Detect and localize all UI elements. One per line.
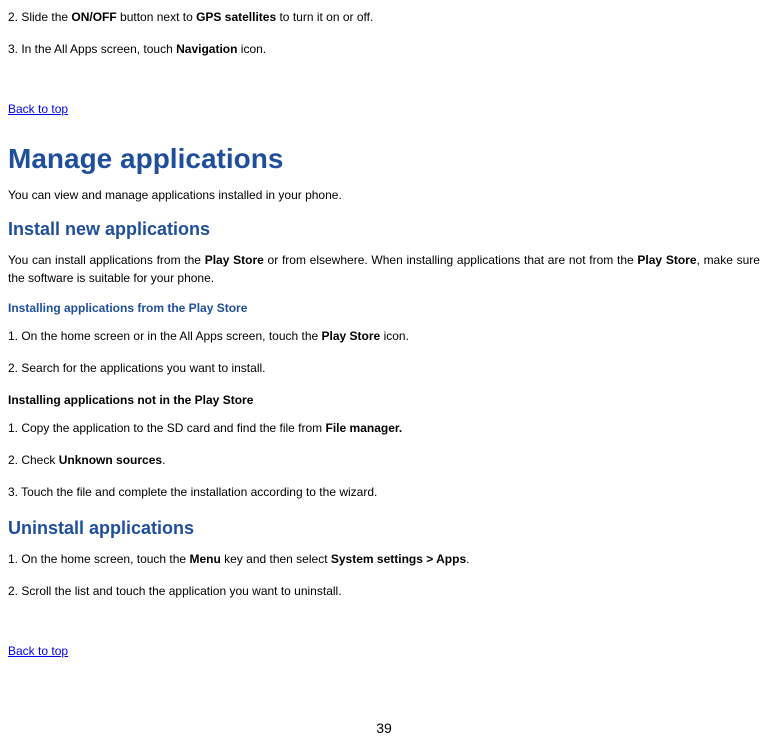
step-2-text-post: to turn it on or off. bbox=[276, 10, 373, 24]
back-to-top-link-bottom[interactable]: Back to top bbox=[8, 642, 68, 660]
not-store-s2-post: . bbox=[162, 453, 165, 467]
step-2-text-pre: 2. Slide the bbox=[8, 10, 71, 24]
not-store-step-1: 1. Copy the application to the SD card a… bbox=[8, 419, 760, 437]
uninstall-step-2: 2. Scroll the list and touch the applica… bbox=[8, 582, 760, 600]
on-off-label: ON/OFF bbox=[71, 10, 116, 24]
uninstall-s1-post: . bbox=[466, 552, 469, 566]
step-2: 2. Slide the ON/OFF button next to GPS s… bbox=[8, 8, 760, 26]
system-settings-apps-label: System settings > Apps bbox=[331, 552, 466, 566]
play-store-label-1: Play Store bbox=[205, 253, 264, 267]
install-description: You can install applications from the Pl… bbox=[8, 251, 760, 287]
intro-paragraph: You can view and manage applications ins… bbox=[8, 186, 760, 204]
install-new-applications-heading: Install new applications bbox=[8, 216, 760, 243]
menu-key-label: Menu bbox=[189, 552, 220, 566]
from-store-step-1: 1. On the home screen or in the All Apps… bbox=[8, 327, 760, 345]
install-desc-pre: You can install applications from the bbox=[8, 253, 205, 267]
step-3-text-post: icon. bbox=[237, 42, 266, 56]
step-2-text-mid: button next to bbox=[117, 10, 196, 24]
uninstall-applications-heading: Uninstall applications bbox=[8, 515, 760, 542]
play-store-label-2: Play Store bbox=[637, 253, 696, 267]
unknown-sources-label: Unknown sources bbox=[59, 453, 162, 467]
play-store-icon-label: Play Store bbox=[322, 329, 381, 343]
from-store-s1-pre: 1. On the home screen or in the All Apps… bbox=[8, 329, 322, 343]
back-to-top-link[interactable]: Back to top bbox=[8, 100, 68, 118]
not-store-s2-pre: 2. Check bbox=[8, 453, 59, 467]
navigation-label: Navigation bbox=[176, 42, 237, 56]
uninstall-step-1: 1. On the home screen, touch the Menu ke… bbox=[8, 550, 760, 568]
step-3-text-pre: 3. In the All Apps screen, touch bbox=[8, 42, 176, 56]
uninstall-s1-pre: 1. On the home screen, touch the bbox=[8, 552, 189, 566]
installing-not-play-store-heading: Installing applications not in the Play … bbox=[8, 391, 760, 409]
installing-from-play-store-heading: Installing applications from the Play St… bbox=[8, 299, 760, 317]
uninstall-s1-mid: key and then select bbox=[221, 552, 331, 566]
step-3: 3. In the All Apps screen, touch Navigat… bbox=[8, 40, 760, 58]
from-store-s1-post: icon. bbox=[380, 329, 409, 343]
from-store-step-2: 2. Search for the applications you want … bbox=[8, 359, 760, 377]
page-number: 39 bbox=[8, 718, 760, 739]
not-store-s1-pre: 1. Copy the application to the SD card a… bbox=[8, 421, 326, 435]
install-desc-mid: or from elsewhere. When installing appli… bbox=[264, 253, 638, 267]
not-store-step-3: 3. Touch the file and complete the insta… bbox=[8, 483, 760, 501]
file-manager-label: File manager. bbox=[326, 421, 403, 435]
not-store-step-2: 2. Check Unknown sources. bbox=[8, 451, 760, 469]
manage-applications-heading: Manage applications bbox=[8, 138, 760, 180]
gps-satellites-label: GPS satellites bbox=[196, 10, 276, 24]
